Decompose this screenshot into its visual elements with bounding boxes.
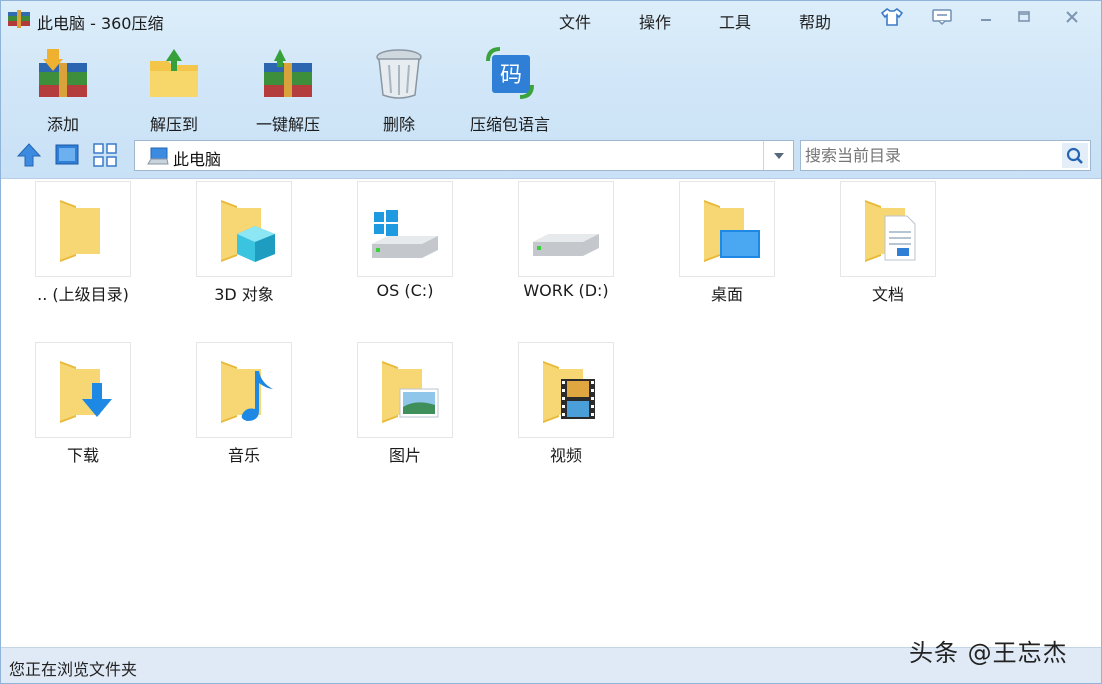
item-label: 图片 (388, 446, 421, 465)
item-label: 音乐 (227, 446, 260, 465)
item-drive-d[interactable]: WORK (D:) (484, 179, 624, 319)
svg-text:码: 码 (500, 63, 522, 88)
downloads-folder-icon (60, 361, 112, 423)
item-videos[interactable]: 视频 (484, 340, 624, 480)
maximize-button[interactable] (1009, 5, 1039, 29)
title-bar: 此电脑 - 360压缩 文件 操作 工具 帮助 (1, 1, 1101, 37)
status-text: 您正在浏览文件夹 (9, 660, 138, 679)
grid-view-icon (93, 143, 117, 167)
item-label: WORK (D:) (523, 281, 609, 300)
3d-objects-folder-icon (221, 200, 275, 262)
one-click-extract-button[interactable]: 一键解压 (243, 45, 333, 135)
address-path: 此电脑 (173, 150, 222, 169)
pictures-folder-icon (382, 361, 439, 423)
extract-to-icon (150, 49, 198, 97)
address-bar[interactable]: 此电脑 (134, 140, 794, 171)
item-label: 3D 对象 (214, 285, 274, 304)
item-thumbnail (840, 181, 936, 277)
add-archive-icon (39, 49, 87, 97)
menu-tools[interactable]: 工具 (719, 9, 751, 33)
item-desktop[interactable]: 桌面 (645, 179, 785, 319)
up-level-button[interactable] (15, 141, 43, 169)
file-view: .. (上级目录) 3D 对象 OS (C:) WORK (D:) 桌面 文档 … (1, 179, 1101, 647)
item-downloads[interactable]: 下载 (1, 340, 141, 480)
documents-folder-icon (865, 200, 916, 262)
parent-folder-icon (60, 200, 100, 262)
item-label: 下载 (66, 446, 99, 465)
shirt-icon (880, 8, 904, 26)
item-thumbnail (679, 181, 775, 277)
music-folder-icon (221, 361, 273, 423)
item-label: 视频 (549, 446, 582, 465)
archive-language-label: 压缩包语言 (469, 115, 550, 134)
address-dropdown-button[interactable] (763, 141, 793, 170)
app-logo-icon (8, 10, 30, 28)
item-thumbnail (35, 181, 131, 277)
item-parent-directory[interactable]: .. (上级目录) (1, 179, 141, 319)
item-pictures[interactable]: 图片 (323, 340, 463, 480)
search-box (800, 140, 1091, 171)
feedback-button[interactable] (927, 5, 957, 29)
window-title: 此电脑 - 360压缩 (37, 14, 164, 33)
add-button[interactable]: 添加 (18, 45, 108, 135)
search-input[interactable] (805, 144, 1055, 167)
desktop-folder-icon (704, 200, 760, 262)
item-label: OS (C:) (376, 281, 434, 300)
item-label: 文档 (871, 285, 904, 304)
item-music[interactable]: 音乐 (162, 340, 302, 480)
minimize-icon (981, 19, 991, 21)
view-large-icons-button[interactable] (53, 141, 81, 169)
videos-folder-icon (543, 361, 595, 423)
item-thumbnail (196, 342, 292, 438)
close-icon (1066, 11, 1078, 23)
item-thumbnail (357, 181, 453, 277)
search-icon (1066, 147, 1083, 164)
item-drive-c[interactable]: OS (C:) (323, 179, 463, 319)
one-click-extract-icon (264, 49, 312, 97)
view-small-icons-button[interactable] (91, 141, 119, 169)
item-label: 桌面 (710, 285, 743, 304)
extract-to-button[interactable]: 解压到 (129, 45, 219, 135)
computer-icon (147, 147, 169, 165)
item-thumbnail (196, 181, 292, 277)
search-button[interactable] (1062, 143, 1088, 168)
minimize-button[interactable] (971, 5, 1001, 29)
window-chrome: 此电脑 - 360压缩 文件 操作 工具 帮助 添加 解压到 一键解压 删除 码… (1, 1, 1101, 179)
large-icon-view-icon (55, 144, 79, 165)
archive-language-button[interactable]: 码 压缩包语言 (465, 45, 555, 135)
maximize-icon (1018, 11, 1030, 22)
delete-button[interactable]: 删除 (354, 45, 444, 135)
menu-help[interactable]: 帮助 (799, 9, 831, 33)
drive-icon (533, 234, 599, 256)
app-window: 此电脑 - 360压缩 文件 操作 工具 帮助 添加 解压到 一键解压 删除 码… (0, 0, 1102, 684)
menu-file[interactable]: 文件 (559, 9, 591, 33)
item-thumbnail (518, 181, 614, 277)
extract-to-label: 解压到 (149, 115, 198, 134)
windows-drive-icon (372, 210, 438, 258)
watermark: 头条 @王忘杰 (909, 639, 1068, 667)
item-thumbnail (518, 342, 614, 438)
message-icon (932, 9, 952, 26)
arrow-up-icon (16, 143, 42, 167)
delete-trash-icon (376, 49, 422, 99)
item-thumbnail (357, 342, 453, 438)
item-thumbnail (35, 342, 131, 438)
close-button[interactable] (1057, 5, 1087, 29)
archive-language-icon: 码 (486, 47, 534, 99)
skin-button[interactable] (877, 5, 907, 29)
menu-operation[interactable]: 操作 (639, 9, 671, 33)
item-3d-objects[interactable]: 3D 对象 (162, 179, 302, 319)
item-documents[interactable]: 文档 (806, 179, 946, 319)
chevron-down-icon (773, 152, 784, 159)
item-label: .. (上级目录) (37, 285, 129, 304)
